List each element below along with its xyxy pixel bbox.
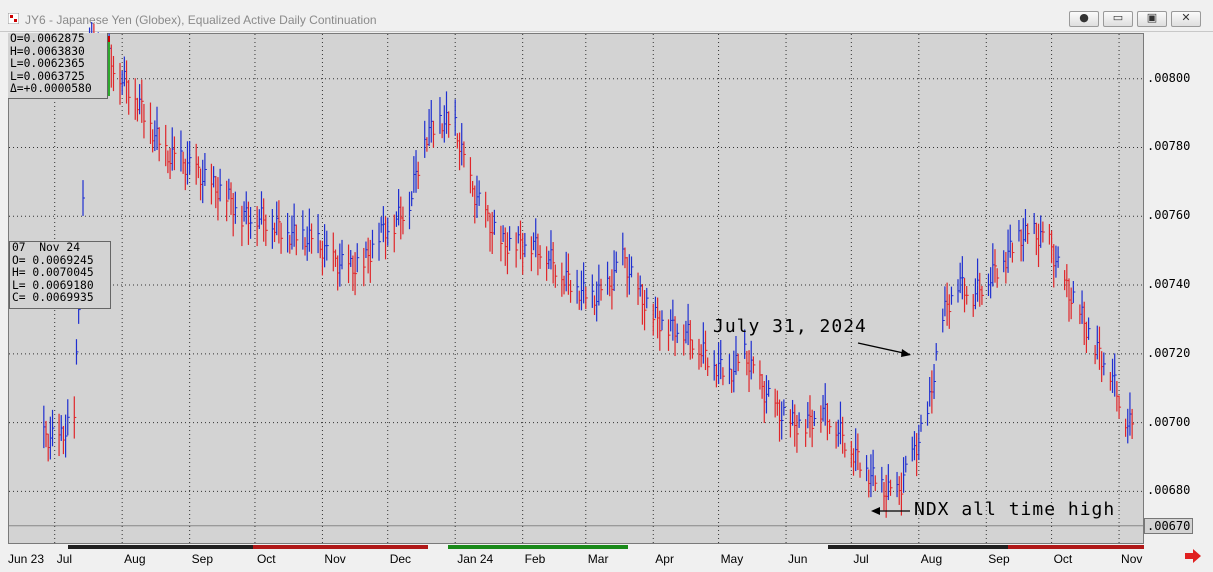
cursor-high: H= 0.0070045	[12, 266, 94, 280]
x-tick-label: Jun	[788, 552, 808, 566]
y-tick-label: .00800	[1147, 70, 1191, 85]
x-tick-label: Aug	[124, 552, 146, 566]
x-tick-label: Nov	[1121, 552, 1143, 566]
x-tick-label: Oct	[1053, 552, 1073, 566]
y-tick-label: .00780	[1147, 139, 1191, 154]
cursor-date: 07 Nov 24	[12, 241, 81, 254]
x-tick-label: May	[720, 552, 744, 566]
y-last-label: .00670	[1144, 517, 1194, 534]
annotation-ndx-high: NDX all time high	[914, 499, 1116, 520]
annotation-july-31: July 31, 2024	[713, 316, 867, 337]
x-tick-label: Sep	[988, 552, 1010, 566]
ndx-arrow-head	[871, 507, 880, 515]
july-arrow-head	[901, 349, 911, 357]
x-tick-label: Jan 24	[457, 552, 494, 566]
x-tick-label: Nov	[324, 552, 346, 566]
y-tick-label: .00740	[1147, 277, 1191, 292]
july-arrow-shaft	[857, 342, 909, 355]
price-chart[interactable]	[0, 0, 1213, 572]
x-tick-label: Aug	[920, 552, 943, 566]
x-axis: Jun 23 Jul Aug Sep Oct Nov Dec Jan 24 Feb Mar Apr M…	[8, 544, 1144, 568]
ohlc-low: L=0.0062365	[10, 57, 85, 71]
x-tick-label: Jun 23	[8, 552, 45, 566]
x-tick-label: Mar	[587, 552, 609, 566]
x-tick-label: Jul	[56, 552, 73, 566]
ohlc-open: O=0.0062875	[10, 32, 85, 45]
cursor-ohlc-box: 07 Nov 24 O= 0.0069245 H= 0.0070045 L= 0.00…	[9, 241, 111, 309]
y-tick-label: .00720	[1147, 345, 1191, 360]
x-tick-label: Feb	[524, 552, 546, 566]
cursor-close: C= 0.0069935	[12, 291, 94, 305]
y-tick-label: .00680	[1147, 483, 1191, 498]
x-tick-label: Oct	[256, 552, 276, 566]
x-tick-label: Apr	[655, 552, 674, 566]
x-tick-label: Sep	[191, 552, 214, 566]
x-tick-label: Jul	[853, 552, 869, 566]
x-tick-label: Dec	[389, 552, 412, 566]
ohlc-change: Δ=+0.0000580	[10, 82, 92, 96]
y-tick-label: .00700	[1147, 414, 1191, 429]
y-tick-label: .00760	[1147, 208, 1191, 223]
current-ohlc-box: O=0.0062875 H=0.0063830 L=0.0062365 L=0.006…	[8, 32, 108, 99]
scroll-right-arrow-icon[interactable]	[1183, 548, 1203, 564]
